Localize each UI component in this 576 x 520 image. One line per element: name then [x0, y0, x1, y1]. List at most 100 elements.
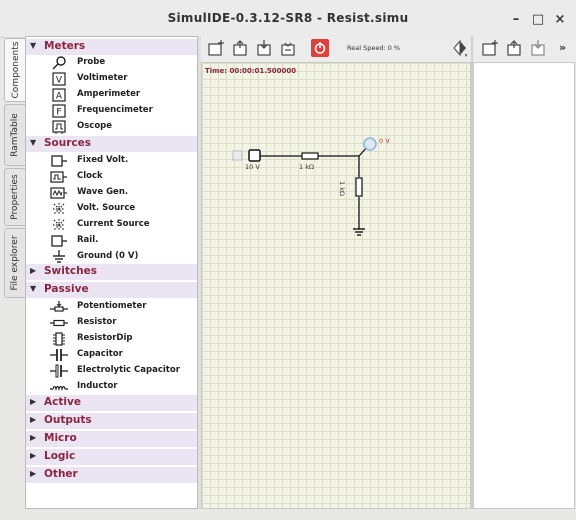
category-switches[interactable]: ▶ Switches: [26, 264, 197, 280]
tab-file-explorer-label: File explorer: [10, 235, 20, 291]
save-circuit-icon[interactable]: [255, 39, 273, 57]
component-label: Oscope: [77, 121, 113, 131]
svg-text:A: A: [56, 92, 63, 102]
resistor-r2[interactable]: [354, 175, 364, 199]
component-label: Resistor: [77, 317, 117, 327]
component-label: Probe: [77, 57, 106, 67]
category-outputs[interactable]: ▶ Outputs: [26, 413, 197, 429]
component-amperimeter[interactable]: A Amperimeter: [46, 87, 196, 103]
expanded-arrow-icon[interactable]: ▼: [30, 138, 36, 147]
tab-ramtable[interactable]: RamTable: [4, 104, 26, 166]
svg-text:F: F: [56, 108, 61, 118]
component-resistor[interactable]: Resistor: [46, 315, 196, 331]
ground-icon: [53, 250, 65, 263]
window-title: SimulIDE-0.3.12-SR8 - Resist.simu: [167, 11, 409, 25]
category-label: Switches: [44, 265, 97, 277]
component-current-source[interactable]: Current Source: [46, 217, 196, 233]
component-label: Capacitor: [77, 349, 123, 359]
component-label: Voltimeter: [77, 73, 128, 83]
resistor-r1[interactable]: [300, 151, 320, 161]
category-micro[interactable]: ▶ Micro: [26, 431, 197, 447]
resistor-r1-label: 1 kΩ: [299, 163, 314, 171]
maximize-button[interactable]: □: [528, 9, 548, 29]
potentiometer-icon: [50, 301, 68, 312]
component-inductor[interactable]: Inductor: [46, 379, 196, 395]
amperimeter-icon: A: [52, 88, 66, 102]
new-circuit-icon[interactable]: [207, 39, 225, 57]
toolbar-overflow-button[interactable]: »: [559, 41, 566, 54]
collapsed-arrow-icon[interactable]: ▶: [30, 266, 36, 275]
category-active[interactable]: ▶ Active: [26, 395, 197, 411]
fixed-voltage-component[interactable]: [232, 148, 262, 164]
component-wave-gen[interactable]: Wave Gen.: [46, 185, 196, 201]
component-frequencimeter[interactable]: F Frequencimeter: [46, 103, 196, 119]
category-label: Passive: [44, 283, 89, 295]
category-label: Logic: [44, 450, 76, 462]
collapsed-arrow-icon[interactable]: ▶: [30, 415, 36, 424]
component-label: Inductor: [77, 381, 118, 391]
inductor-icon: [50, 385, 68, 392]
ground-component[interactable]: [351, 225, 367, 239]
tab-properties[interactable]: Properties: [4, 168, 26, 226]
category-label: Micro: [44, 432, 77, 444]
open-file-icon[interactable]: [505, 39, 523, 57]
component-voltimeter[interactable]: V Voltimeter: [46, 71, 196, 87]
close-button[interactable]: ×: [550, 9, 570, 29]
oscope-icon: [52, 120, 66, 134]
component-label: Current Source: [77, 219, 150, 229]
electrolytic-capacitor-icon: [50, 364, 68, 378]
probe-component[interactable]: [362, 136, 378, 152]
component-volt-source[interactable]: Volt. Source: [46, 201, 196, 217]
tab-ramtable-label: RamTable: [10, 113, 20, 157]
save-file-icon[interactable]: [529, 39, 547, 57]
svg-text:V: V: [56, 76, 63, 86]
category-meters[interactable]: ▼ Meters: [26, 39, 197, 55]
title-bar: SimulIDE-0.3.12-SR8 - Resist.simu – □ ×: [0, 0, 576, 38]
app-window: SimulIDE-0.3.12-SR8 - Resist.simu – □ × …: [0, 0, 576, 520]
category-sources[interactable]: ▼ Sources: [26, 136, 197, 152]
save-as-circuit-icon[interactable]: [279, 39, 297, 57]
category-label: Other: [44, 468, 78, 480]
open-circuit-icon[interactable]: [231, 39, 249, 57]
tab-components-label: Components: [10, 41, 21, 99]
debug-icon[interactable]: [451, 39, 469, 57]
collapsed-arrow-icon[interactable]: ▶: [30, 433, 36, 442]
circuit-canvas[interactable]: Time: 00:00:01.500000 10 V 1 kΩ 1 kΩ 0 V: [201, 62, 471, 509]
component-electrolytic-capacitor[interactable]: Electrolytic Capacitor: [46, 363, 196, 379]
category-passive[interactable]: ▼ Passive: [26, 282, 197, 298]
component-potentiometer[interactable]: Potentiometer: [46, 299, 196, 315]
minimize-button[interactable]: –: [506, 9, 526, 29]
collapsed-arrow-icon[interactable]: ▶: [30, 451, 36, 460]
editor-panel[interactable]: [473, 62, 575, 509]
component-fixed-volt[interactable]: Fixed Volt.: [46, 153, 196, 169]
tab-components[interactable]: Components: [4, 38, 26, 102]
power-stop-icon[interactable]: [311, 39, 329, 57]
component-resistordip[interactable]: ResistorDip: [46, 331, 196, 347]
component-rail[interactable]: Rail.: [46, 233, 196, 249]
capacitor-icon: [50, 349, 68, 361]
component-ground[interactable]: Ground (0 V): [46, 249, 196, 265]
component-tree: ▼ Meters Probe V Voltimeter A Amperimete…: [25, 36, 198, 509]
component-probe[interactable]: Probe: [46, 55, 196, 71]
voltimeter-icon: V: [52, 72, 66, 86]
collapsed-arrow-icon[interactable]: ▶: [30, 397, 36, 406]
component-label: Amperimeter: [77, 89, 141, 99]
editor-toolbar: »: [473, 36, 576, 62]
component-label: Ground (0 V): [77, 251, 139, 261]
category-label: Active: [44, 396, 81, 408]
expanded-arrow-icon[interactable]: ▼: [30, 41, 36, 50]
circuit-toolbar: Real Speed: 0 %: [201, 36, 471, 62]
collapsed-arrow-icon[interactable]: ▶: [30, 469, 36, 478]
component-clock[interactable]: Clock: [46, 169, 196, 185]
new-file-icon[interactable]: [481, 39, 499, 57]
tab-file-explorer[interactable]: File explorer: [4, 228, 26, 298]
category-logic[interactable]: ▶ Logic: [26, 449, 197, 465]
component-capacitor[interactable]: Capacitor: [46, 347, 196, 363]
category-other[interactable]: ▶ Other: [26, 467, 197, 483]
category-label: Outputs: [44, 414, 92, 426]
expanded-arrow-icon[interactable]: ▼: [30, 284, 36, 293]
component-label: Fixed Volt.: [77, 155, 129, 165]
real-speed-label: Real Speed: 0 %: [347, 44, 401, 52]
fixed-volt-icon: [51, 155, 67, 167]
component-oscope[interactable]: Oscope: [46, 119, 196, 135]
